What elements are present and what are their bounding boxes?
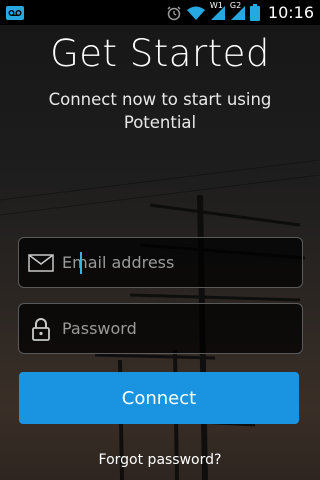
email-field[interactable] xyxy=(18,237,303,288)
voicemail-icon xyxy=(6,5,24,20)
page-subtitle: Connect now to start using Potential xyxy=(48,90,272,132)
signal-icon: W1 xyxy=(210,1,226,21)
page-title: Get Started xyxy=(50,32,270,75)
signal-icon: G2 xyxy=(230,1,246,21)
connect-button[interactable]: Connect xyxy=(19,372,299,424)
network-label-g2: G2 xyxy=(229,0,242,10)
status-bar: W1 G2 10:16 xyxy=(0,0,320,25)
password-field[interactable] xyxy=(18,303,303,354)
password-input[interactable] xyxy=(62,319,292,338)
forgot-password-link[interactable]: Forgot password? xyxy=(0,452,320,468)
text-cursor xyxy=(80,252,82,274)
email-input[interactable] xyxy=(62,253,292,272)
alarm-icon xyxy=(166,5,182,21)
lock-icon xyxy=(19,317,62,341)
battery-icon xyxy=(249,4,260,21)
network-label-w1: W1 xyxy=(209,0,223,10)
clock: 10:16 xyxy=(267,3,314,22)
wifi-icon xyxy=(186,5,206,21)
envelope-icon xyxy=(19,253,62,272)
